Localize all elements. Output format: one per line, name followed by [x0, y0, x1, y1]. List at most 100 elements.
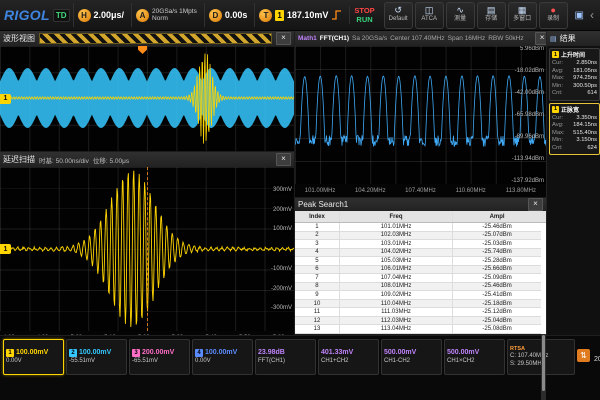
peak-table-row[interactable]: 8108.01MHz-25.46dBm [295, 283, 541, 292]
peak-ampl: -25.04dBm [453, 317, 541, 325]
peak-table-row[interactable]: 13113.04MHz-25.08dBm [295, 325, 541, 334]
peak-freq: 108.01MHz [340, 283, 453, 291]
acquire-knob-icon[interactable]: A [136, 9, 149, 22]
math-box-4[interactable]: 500.00mVCH1×CH2 [444, 339, 505, 375]
acquire-mode-value: Norm [152, 15, 197, 22]
horizontal-knob-icon[interactable]: H [78, 9, 91, 22]
default-button[interactable]: ↺Default [384, 2, 413, 29]
peak-table-row[interactable]: 7107.04MHz-25.09dBm [295, 274, 541, 283]
screenshot-icon[interactable]: ▣ [575, 10, 584, 21]
measure-button[interactable]: ∿测量 [446, 2, 475, 29]
zoom-channel1-tag[interactable]: 1 [0, 244, 11, 254]
stat-value: 3.350ns [576, 115, 597, 123]
channel-scale: 100.00mV [79, 349, 111, 357]
channel1-tag[interactable]: 1 [0, 94, 11, 104]
channel-box-ch3[interactable]: 3200.00mV-65.51mV [129, 339, 190, 375]
result-card-header: 1上升时间 [552, 50, 597, 59]
measure-icon: ∿ [456, 6, 464, 16]
peak-table-row[interactable]: 4104.02MHz-25.74dBm [295, 249, 541, 258]
peak-freq: 103.01MHz [340, 240, 453, 248]
channel-box-ch1[interactable]: 1100.00mV0.00V [3, 339, 64, 375]
stat-label: Cnt: [552, 145, 563, 153]
delay-knob-icon[interactable]: D [209, 9, 222, 22]
fft-x-label: 113.80MHz [506, 188, 536, 194]
result-card[interactable]: 1正脉宽Cur:3.350nsAvg:184.15nsMax:515.40nsM… [549, 103, 600, 156]
result-card-header: 1正脉宽 [552, 105, 597, 114]
stat-label: Min: [552, 137, 563, 145]
oscilloscope-ui: RIGOL TD H 2.00μs/ A 20GSa/s 1Mpts Norm … [0, 0, 600, 400]
channel-box-ch4[interactable]: 4100.00mV0.00V [192, 339, 253, 375]
channel-info-line: 1100.00mV [6, 349, 61, 357]
horizontal-settings-group[interactable]: H 2.00μs/ [73, 3, 129, 27]
result-stat-row: Max:974.25ns [552, 75, 597, 83]
math-scale: 500.00mV [384, 349, 439, 357]
stat-label: Max: [552, 75, 565, 83]
run-stop-button[interactable]: STOP RUN [349, 6, 378, 24]
peak-table-row[interactable]: 9109.02MHz-25.41dBm [295, 291, 541, 300]
collapse-chevron-icon[interactable]: ‹ [588, 8, 596, 22]
measure-button-label: 测量 [454, 16, 466, 23]
peak-ampl: -25.28dBm [453, 257, 541, 265]
atca-button[interactable]: ◫ATCA [415, 2, 444, 29]
stat-label: Cur: [552, 60, 563, 68]
drag-handle-stripes[interactable] [39, 33, 272, 44]
channel-info-line: 3200.00mV [132, 349, 187, 357]
trigger-settings-group[interactable]: T 1 187.10mV [254, 3, 346, 27]
bottom-status-bar: 1100.00mV0.00V2100.00mV-55.51mV3200.00mV… [0, 335, 600, 400]
peak-table-row[interactable]: 1101.01MHz-25.46dBm [295, 223, 541, 232]
fft-panel: Math1FFT(CH1)Sa 20GSa/sCenter 107.40MHzS… [295, 31, 546, 198]
record-icon: ● [550, 6, 555, 16]
multiwindow-button[interactable]: ▦多窗口 [508, 2, 537, 29]
math-expression: CH1×CH2 [447, 358, 502, 365]
peak-index: 4 [295, 249, 340, 257]
results-sidebar: ▤ 结果 1上升时间Cur:2.850nsAvg:181.05nsMax:974… [546, 31, 600, 335]
default-icon: ↺ [394, 6, 402, 16]
peak-index: 3 [295, 240, 340, 248]
peak-table-row[interactable]: 5105.03MHz-25.28dBm [295, 257, 541, 266]
main-area: 波形视图 × 1 延迟扫描 时基: 50.00ns/div 位移: 5.00μs [0, 31, 600, 335]
peak-table-row[interactable]: 11111.03MHz-25.12dBm [295, 308, 541, 317]
measurement-name: 上升时间 [561, 50, 585, 59]
math-box-3[interactable]: 500.00mVCH1-CH2 [381, 339, 442, 375]
storage-button-label: 存储 [485, 16, 497, 23]
system-status-icon[interactable]: ⇅ [577, 349, 590, 362]
peak-col-header: Index [295, 211, 340, 222]
atca-icon: ◫ [425, 6, 434, 16]
storage-icon: ▤ [487, 6, 496, 16]
peak-table-row[interactable]: 2102.03MHz-25.07dBm [295, 232, 541, 241]
peak-search-close-button[interactable]: × [528, 198, 543, 211]
peak-freq: 111.03MHz [340, 308, 453, 316]
peak-col-header: Ampl [453, 211, 541, 222]
waveform-view-plot[interactable]: 1 [0, 46, 294, 151]
result-card[interactable]: 1上升时间Cur:2.850nsAvg:181.05nsMax:974.25ns… [549, 48, 600, 101]
delay-settings-group[interactable]: D 0.00s [204, 3, 252, 27]
channel-chip: 1 [552, 106, 559, 113]
result-stat-row: Avg:184.15ns [552, 122, 597, 130]
trigger-knob-icon[interactable]: T [259, 9, 272, 22]
multiwindow-button-label: 多窗口 [513, 16, 531, 23]
math-box-1[interactable]: 23.98dBFFT(CH1) [255, 339, 316, 375]
storage-button[interactable]: ▤存储 [477, 2, 506, 29]
peak-index: 12 [295, 317, 340, 325]
zoom-view-plot[interactable]: 300mV200mV100mV-100mV-200mV-300mV 1 [0, 167, 294, 331]
scrollbar-thumb[interactable] [542, 335, 545, 391]
peak-ampl: -25.07dBm [453, 232, 541, 240]
peak-ampl: -25.74dBm [453, 249, 541, 257]
peak-table-row[interactable]: 12112.03MHz-25.04dBm [295, 317, 541, 326]
math-box-2[interactable]: 401.33mVCH1+CH2 [318, 339, 379, 375]
peak-table-row[interactable]: 6106.01MHz-25.66dBm [295, 266, 541, 275]
peak-table-row[interactable]: 10110.04MHz-25.18dBm [295, 300, 541, 309]
zoom-view-close-button[interactable]: × [276, 153, 291, 166]
peak-index: 7 [295, 274, 340, 282]
result-stat-row: Cur:2.850ns [552, 60, 597, 68]
peak-table-scrollbar[interactable] [541, 334, 546, 400]
acquisition-settings-group[interactable]: A 20GSa/s 1Mpts Norm [131, 3, 201, 27]
channel-box-ch2[interactable]: 2100.00mV-55.51mV [66, 339, 127, 375]
record-button[interactable]: ●录制 [539, 2, 568, 29]
waveform-view-close-button[interactable]: × [276, 32, 291, 45]
results-header: ▤ 结果 [547, 31, 600, 46]
fft-plot[interactable]: 5.96dBm-18.02dBm-42.00dBm-65.98dBm-89.96… [295, 46, 546, 184]
system-clock: 19:08:21 2024/08/01 [594, 346, 600, 364]
peak-table-row[interactable]: 3103.01MHz-25.03dBm [295, 240, 541, 249]
stat-value: 184.15ns [573, 122, 597, 130]
